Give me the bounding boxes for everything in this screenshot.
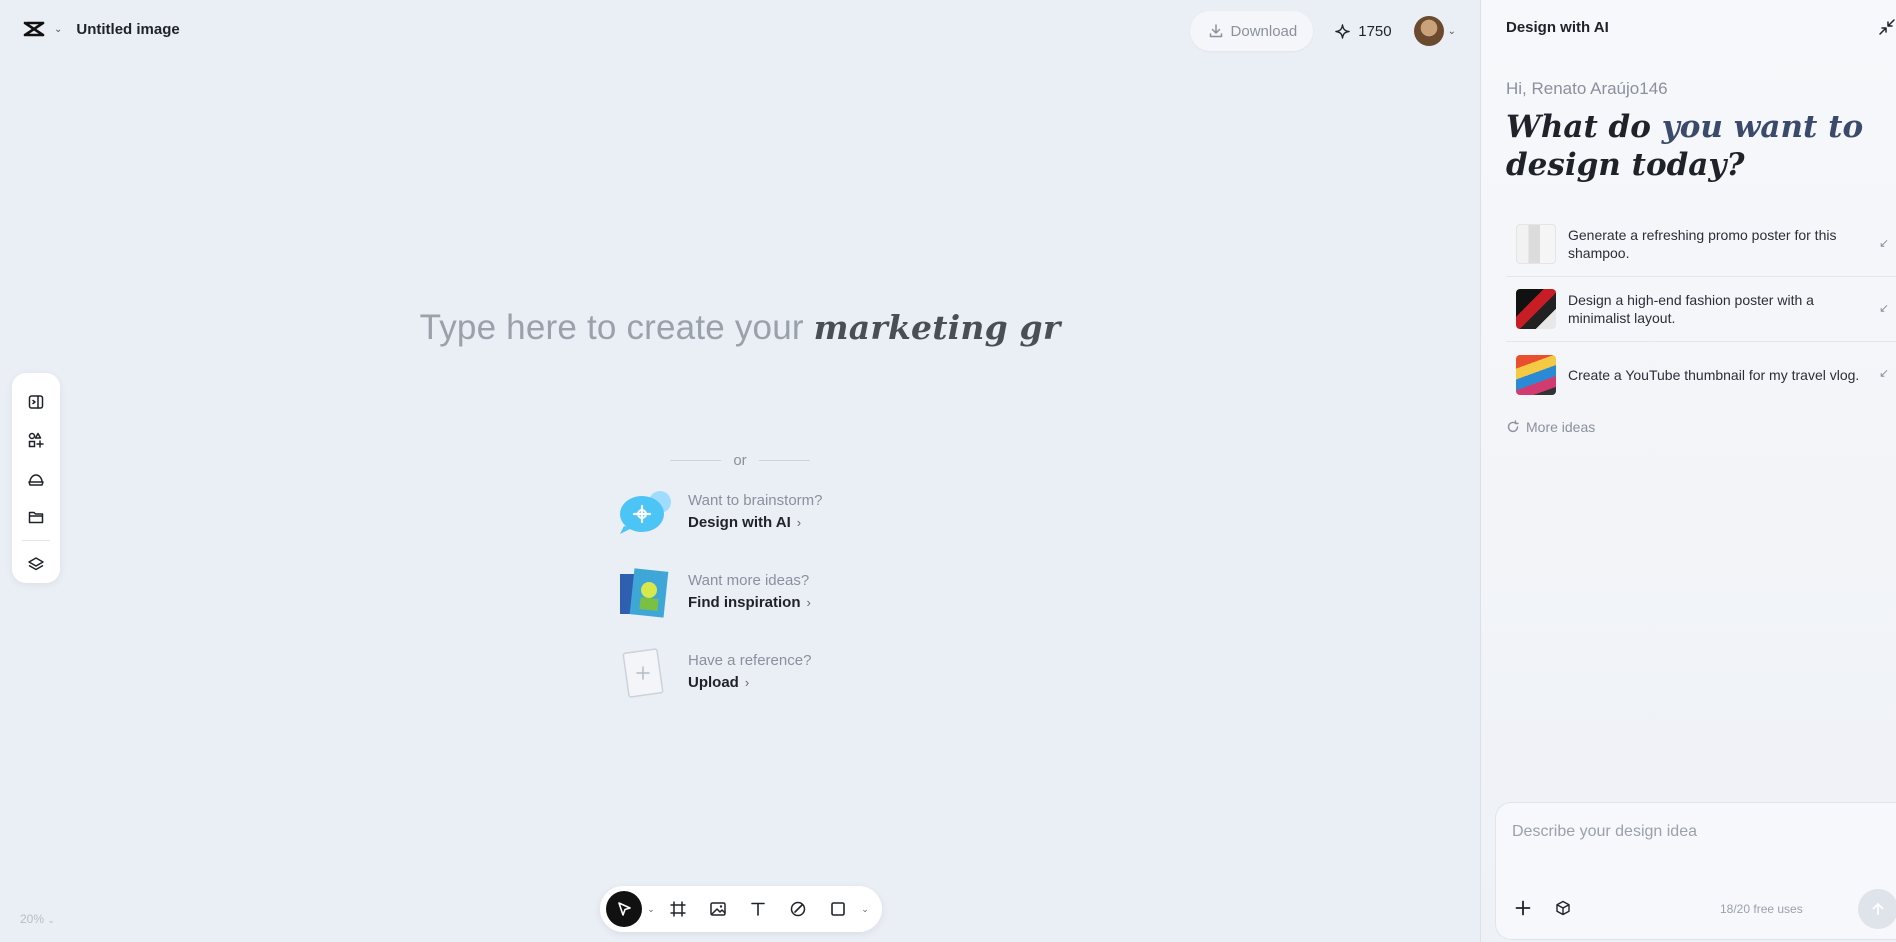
idea-item[interactable]: Create a YouTube thumbnail for my travel…	[1506, 342, 1896, 407]
layers-icon[interactable]	[18, 547, 54, 581]
option-upload[interactable]: Have a reference? Upload ›	[618, 648, 811, 698]
sparkle-icon	[1335, 23, 1350, 39]
chevron-right-icon: ›	[796, 515, 802, 530]
travel-thumbnail	[1516, 354, 1556, 395]
headline-part-1: What do	[1506, 109, 1662, 145]
option-question: Want more ideas?	[688, 572, 810, 589]
image-icon[interactable]	[700, 891, 736, 927]
option-find-inspiration[interactable]: Want more ideas? Find inspiration ›	[618, 568, 811, 618]
option-action: Upload	[688, 674, 739, 691]
prompt-emphasis-text: marketing gr	[813, 308, 1061, 347]
capcut-logo-icon[interactable]	[22, 18, 46, 40]
design-idea-input[interactable]: Describe your design idea	[1512, 823, 1697, 841]
idea-list: Generate a refreshing promo poster for t…	[1506, 212, 1896, 407]
more-ideas-button[interactable]: More ideas	[1506, 419, 1595, 435]
pointer-menu-chevron-icon[interactable]: ⌄	[646, 904, 656, 915]
add-attachment-button[interactable]	[1510, 895, 1536, 921]
plus-icon	[1515, 900, 1531, 916]
option-action: Design with AI	[688, 514, 791, 531]
download-icon	[1209, 24, 1222, 38]
download-button[interactable]: Download	[1189, 11, 1314, 51]
chevron-right-icon: ›	[806, 595, 811, 610]
collapse-icon[interactable]	[1878, 18, 1896, 36]
left-toolbar	[12, 373, 60, 583]
cloud-icon[interactable]	[18, 461, 54, 495]
prompt-plain-text: Type here to create your	[419, 308, 814, 347]
or-divider: or	[670, 452, 810, 469]
option-design-with-ai[interactable]: Want to brainstorm? Design with AI ›	[618, 488, 823, 538]
idea-text: Generate a refreshing promo poster for t…	[1568, 227, 1837, 261]
chevron-right-icon: ›	[744, 675, 750, 690]
prompt-composer: Describe your design idea 18/20 free use…	[1495, 802, 1896, 940]
send-button[interactable]	[1858, 889, 1896, 929]
shampoo-thumbnail	[1516, 224, 1556, 264]
bottom-toolbar: ⌄ ⌄	[600, 886, 882, 932]
shape-icon[interactable]	[820, 891, 856, 927]
avatar[interactable]	[1413, 16, 1444, 46]
chevron-down-icon: ⌄	[1447, 25, 1456, 37]
account-menu[interactable]: ⌄	[1413, 16, 1456, 46]
arrow-up-icon	[1872, 903, 1884, 915]
headline-part-3: design today?	[1506, 147, 1745, 183]
chat-bubble-ai-icon	[618, 488, 672, 538]
upload-card-icon	[618, 648, 672, 698]
text-icon[interactable]	[740, 891, 776, 927]
panel-icon[interactable]	[18, 385, 54, 419]
canvas-area[interactable]: ⌄ Untitled image Download 1750 ⌄ Type he…	[0, 0, 1480, 942]
logo-menu-chevron-icon[interactable]: ⌄	[54, 24, 62, 35]
zoom-value: 20%	[20, 912, 45, 926]
insert-arrow-icon: ↙	[1878, 366, 1889, 380]
panel-headline: What do you want to design today?	[1506, 108, 1866, 184]
credits-value: 1750	[1358, 22, 1392, 40]
canvas-prompt[interactable]: Type here to create your marketing gr	[0, 308, 1480, 348]
draw-icon[interactable]	[780, 891, 816, 927]
zoom-level[interactable]: 20% ⌄	[20, 912, 55, 926]
model-select-button[interactable]	[1550, 895, 1576, 921]
fashion-thumbnail	[1516, 289, 1556, 329]
design-with-ai-panel: Design with AI Hi, Renato Araújo146 What…	[1480, 0, 1896, 942]
elements-icon[interactable]	[18, 423, 54, 457]
option-question: Want to brainstorm?	[688, 492, 823, 509]
panel-title: Design with AI	[1506, 19, 1609, 36]
idea-item[interactable]: Generate a refreshing promo poster for t…	[1506, 212, 1896, 277]
greeting: Hi, Renato Araújo146	[1506, 79, 1668, 98]
frame-icon[interactable]	[660, 891, 696, 927]
idea-text: Design a high-end fashion poster with a …	[1568, 292, 1814, 326]
option-action: Find inspiration	[688, 594, 801, 611]
idea-text: Create a YouTube thumbnail for my travel…	[1568, 366, 1860, 383]
shape-menu-chevron-icon[interactable]: ⌄	[860, 904, 870, 915]
select-pointer-icon[interactable]	[606, 891, 642, 927]
document-title[interactable]: Untitled image	[76, 21, 179, 38]
toolbar-divider	[22, 539, 50, 541]
topbar-left: ⌄ Untitled image	[22, 18, 180, 40]
refresh-icon	[1507, 420, 1519, 433]
topbar-right: Download 1750 ⌄	[0, 11, 1480, 51]
download-label: Download	[1230, 22, 1298, 40]
headline-part-2: you want to	[1661, 109, 1864, 145]
credits-counter[interactable]: 1750	[1335, 22, 1392, 40]
poster-thumbnail-icon	[618, 568, 672, 618]
insert-arrow-icon: ↙	[1878, 236, 1889, 250]
option-question: Have a reference?	[688, 652, 812, 669]
cube-icon	[1556, 900, 1570, 916]
idea-item[interactable]: Design a high-end fashion poster with a …	[1506, 277, 1896, 342]
free-uses-counter: 18/20 free uses	[1720, 902, 1803, 916]
insert-arrow-icon: ↙	[1878, 301, 1889, 315]
more-ideas-label: More ideas	[1526, 419, 1596, 435]
or-label: or	[733, 452, 747, 469]
folder-icon[interactable]	[18, 500, 54, 534]
